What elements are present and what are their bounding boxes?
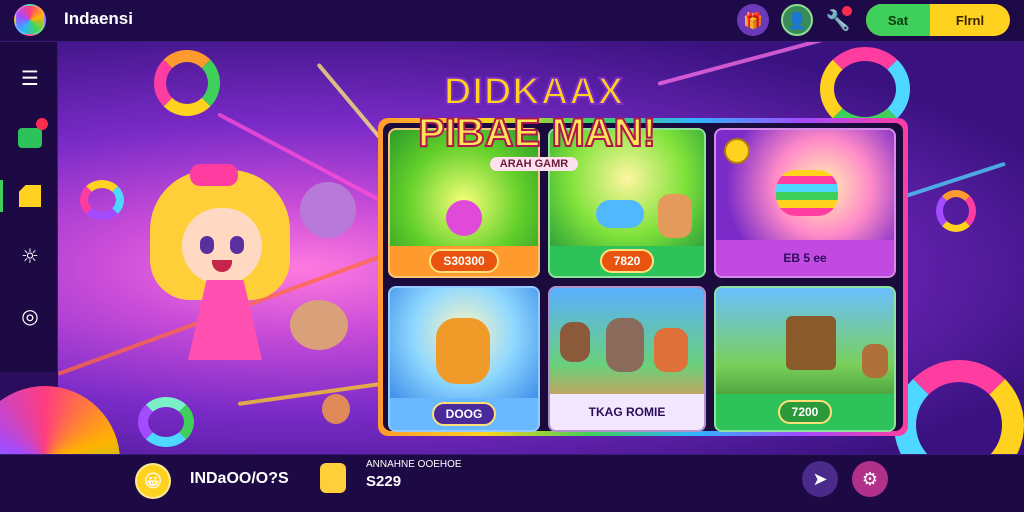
purple-bunny-character (300, 182, 356, 238)
mode-toggle[interactable]: Sat Flrnl (866, 4, 1010, 36)
bottom-bar: 😀 INDaOO/O?S ANNAHNE OOEHOE S229 ➤ ⚙ (0, 454, 1024, 512)
character-thumbnail[interactable] (320, 463, 346, 493)
menu-icon[interactable]: ☰ (14, 62, 46, 94)
candy-stack-icon (776, 170, 838, 216)
compass-icon[interactable]: ☼ (14, 240, 46, 272)
balance-caption: ANNAHNE OOEHOE (366, 459, 462, 470)
profile-avatar[interactable]: 👤 (781, 4, 813, 36)
card-label: 7820 (599, 249, 655, 273)
bear-icon (560, 322, 590, 362)
wrench-icon[interactable]: 🔧 (822, 4, 854, 36)
share-icon[interactable]: ➤ (802, 461, 838, 497)
sidebar: ☰ ☼ ◎ (0, 42, 58, 372)
fox-icon (658, 194, 692, 238)
game-card-5[interactable]: TKAG ROMIE (548, 286, 706, 432)
toggle-left-option[interactable]: Sat (866, 4, 930, 36)
floating-ring (80, 180, 124, 220)
player-avatar[interactable]: 😀 (135, 463, 171, 499)
player-username: INDaOO/O?S (190, 470, 289, 487)
game-headline: DIDKAAX PIBAE MAN! ARAH GAMR (404, 71, 664, 172)
app-title: Indaensi (64, 9, 133, 28)
floating-ring (936, 190, 976, 232)
fox-icon (654, 328, 688, 372)
card-label: 7200 (777, 400, 833, 424)
toggle-right-option[interactable]: Flrnl (930, 4, 1010, 36)
small-pup-character (322, 394, 350, 424)
girl-character (150, 164, 290, 390)
bear-icon (862, 344, 888, 378)
floating-ring (154, 50, 220, 116)
top-bar: Indaensi 🎁 👤 🔧 Sat Flrnl (0, 0, 1024, 42)
game-card-3[interactable]: EB 5 ee (714, 128, 896, 278)
chat-icon[interactable] (14, 118, 48, 154)
headline-subtitle: ARAH GAMR (489, 157, 579, 171)
game-card-4[interactable]: DOOG (388, 286, 540, 432)
tag-icon[interactable] (0, 180, 46, 212)
notification-badge (36, 118, 48, 130)
gear-icon[interactable]: ⚙ (852, 461, 888, 497)
notification-dot (842, 6, 852, 16)
rainbow-orb-icon[interactable] (14, 4, 46, 36)
treasure-cart-icon (786, 316, 836, 370)
balance-amount: S229 (366, 473, 402, 490)
floating-ring (138, 397, 194, 447)
floating-ring (894, 360, 1024, 454)
card-label: S30300 (429, 249, 499, 273)
target-icon[interactable]: ◎ (14, 300, 46, 332)
game-card-6[interactable]: 7200 (714, 286, 896, 432)
gold-coin-icon (724, 138, 750, 164)
card-label: TKAG ROMIE (588, 405, 666, 419)
light-ray (657, 42, 968, 86)
candy-fish-icon (596, 200, 644, 228)
bear-icon (436, 318, 490, 384)
gift-icon[interactable]: 🎁 (737, 4, 769, 36)
magic-orb-icon (446, 200, 482, 236)
headline-line1: DIDKAAX (443, 71, 625, 113)
card-label: DOOG (431, 402, 497, 426)
dog-icon (606, 318, 644, 372)
headline-line2: PIBAE MAN! (417, 111, 657, 155)
card-label: EB 5 ee (783, 251, 827, 265)
fox-character (290, 300, 348, 350)
